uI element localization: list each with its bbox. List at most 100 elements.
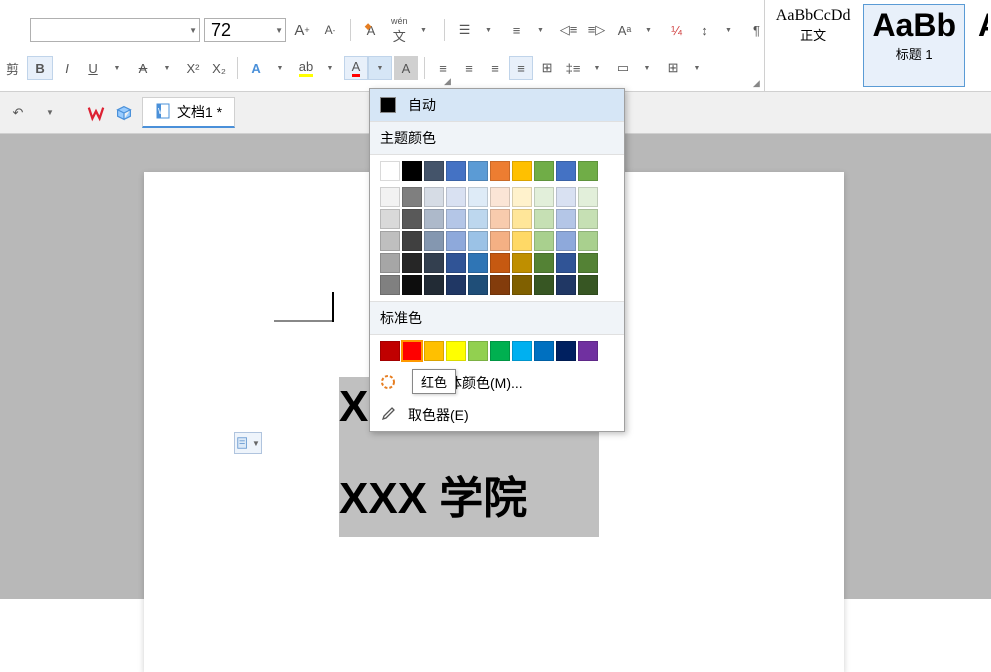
color-swatch[interactable] <box>402 341 422 361</box>
color-swatch[interactable] <box>578 209 598 229</box>
font-family-combo[interactable]: ▼ <box>30 18 200 42</box>
color-swatch[interactable] <box>556 161 576 181</box>
asian-layout-button[interactable]: ¼ <box>665 18 689 42</box>
shading-button[interactable]: ▭ <box>611 56 635 80</box>
color-swatch[interactable] <box>446 341 466 361</box>
color-swatch[interactable] <box>402 253 422 273</box>
color-swatch[interactable] <box>556 231 576 251</box>
document-tab[interactable]: W 文档1 * <box>142 97 235 128</box>
text-effect-button[interactable]: A <box>244 56 268 80</box>
border-button[interactable]: ⊞ <box>661 56 685 80</box>
color-swatch[interactable] <box>446 275 466 295</box>
color-swatch[interactable] <box>446 209 466 229</box>
redo-dropdown[interactable]: ▼ <box>38 101 62 125</box>
color-swatch[interactable] <box>556 209 576 229</box>
number-list-button[interactable]: ≡ <box>505 18 529 42</box>
color-swatch[interactable] <box>534 209 554 229</box>
auto-color-row[interactable]: 自动 <box>370 89 624 121</box>
color-swatch[interactable] <box>446 253 466 273</box>
color-swatch[interactable] <box>402 161 422 181</box>
para-launcher-icon[interactable]: ◢ <box>753 78 760 89</box>
color-swatch[interactable] <box>424 341 444 361</box>
wps-logo-icon[interactable] <box>86 103 106 123</box>
color-swatch[interactable] <box>402 231 422 251</box>
color-swatch[interactable] <box>380 253 400 273</box>
increase-font-button[interactable]: A+ <box>290 18 314 42</box>
number-list-dropdown[interactable]: ▼ <box>529 18 553 42</box>
style-heading1[interactable]: AaBb 标题 1 <box>863 4 965 87</box>
color-swatch[interactable] <box>512 231 532 251</box>
align-right-button[interactable]: ≡ <box>483 56 507 80</box>
color-swatch[interactable] <box>380 209 400 229</box>
paste-options-button[interactable]: ▼ <box>234 432 262 454</box>
clear-format-button[interactable]: A◆ <box>359 18 383 42</box>
color-swatch[interactable] <box>490 275 510 295</box>
shading-dropdown[interactable]: ▼ <box>635 56 659 80</box>
color-swatch[interactable] <box>578 275 598 295</box>
line-spacing-dropdown[interactable]: ▼ <box>585 56 609 80</box>
color-swatch[interactable] <box>402 209 422 229</box>
phonetic-guide-button[interactable]: wén文 <box>387 18 412 42</box>
color-swatch[interactable] <box>578 341 598 361</box>
color-swatch[interactable] <box>468 209 488 229</box>
distributed-button[interactable]: ⊞ <box>535 56 559 80</box>
superscript-button[interactable]: X² <box>181 56 205 80</box>
color-swatch[interactable] <box>534 161 554 181</box>
color-swatch[interactable] <box>490 209 510 229</box>
color-swatch[interactable] <box>556 187 576 207</box>
font-color-button[interactable]: A <box>344 56 368 80</box>
bold-button[interactable]: B <box>27 56 53 80</box>
color-swatch[interactable] <box>578 231 598 251</box>
show-marks-button[interactable]: ¶ <box>745 18 769 42</box>
color-swatch[interactable] <box>424 275 444 295</box>
color-swatch[interactable] <box>534 253 554 273</box>
color-swatch[interactable] <box>490 231 510 251</box>
line-spacing-button[interactable]: ‡≡ <box>561 56 585 80</box>
color-swatch[interactable] <box>490 187 510 207</box>
color-swatch[interactable] <box>446 161 466 181</box>
color-swatch[interactable] <box>556 341 576 361</box>
color-swatch[interactable] <box>556 275 576 295</box>
color-swatch[interactable] <box>424 209 444 229</box>
color-swatch[interactable] <box>424 253 444 273</box>
color-swatch[interactable] <box>578 253 598 273</box>
color-swatch[interactable] <box>490 161 510 181</box>
color-swatch[interactable] <box>402 275 422 295</box>
color-swatch[interactable] <box>446 187 466 207</box>
color-swatch[interactable] <box>534 341 554 361</box>
increase-indent-button[interactable]: ≡▷ <box>585 18 609 42</box>
color-swatch[interactable] <box>534 275 554 295</box>
color-swatch[interactable] <box>512 209 532 229</box>
color-swatch[interactable] <box>468 161 488 181</box>
color-swatch[interactable] <box>468 231 488 251</box>
color-swatch[interactable] <box>446 231 466 251</box>
color-swatch[interactable] <box>424 161 444 181</box>
text-effect-dropdown[interactable]: ▼ <box>268 56 292 80</box>
font-launcher-icon[interactable]: ◢ <box>444 76 451 87</box>
change-case-dropdown[interactable]: ▼ <box>637 18 661 42</box>
color-swatch[interactable] <box>468 341 488 361</box>
color-swatch[interactable] <box>578 187 598 207</box>
style-normal[interactable]: AaBbCcDd 正文 <box>767 4 860 87</box>
color-swatch[interactable] <box>424 231 444 251</box>
highlight-button[interactable]: ab <box>294 56 318 80</box>
strikethrough-button[interactable]: A <box>131 56 155 80</box>
color-swatch[interactable] <box>556 253 576 273</box>
strikethrough-dropdown[interactable]: ▼ <box>155 56 179 80</box>
color-swatch[interactable] <box>512 161 532 181</box>
highlight-dropdown[interactable]: ▼ <box>318 56 342 80</box>
decrease-font-button[interactable]: A- <box>318 18 342 42</box>
underline-dropdown[interactable]: ▼ <box>105 56 129 80</box>
color-swatch[interactable] <box>380 275 400 295</box>
color-swatch[interactable] <box>490 253 510 273</box>
align-justify-button[interactable]: ≡ <box>509 56 533 80</box>
color-swatch[interactable] <box>534 231 554 251</box>
cube-icon[interactable] <box>114 103 134 123</box>
font-color-dropdown[interactable]: ▼ <box>368 56 392 80</box>
color-swatch[interactable] <box>512 275 532 295</box>
undo-button[interactable]: ↶ <box>6 101 30 125</box>
eyedropper-row[interactable]: 取色器(E) <box>370 399 624 431</box>
subscript-button[interactable]: X₂ <box>207 56 231 80</box>
style-more[interactable]: A <box>969 4 989 87</box>
color-swatch[interactable] <box>512 253 532 273</box>
